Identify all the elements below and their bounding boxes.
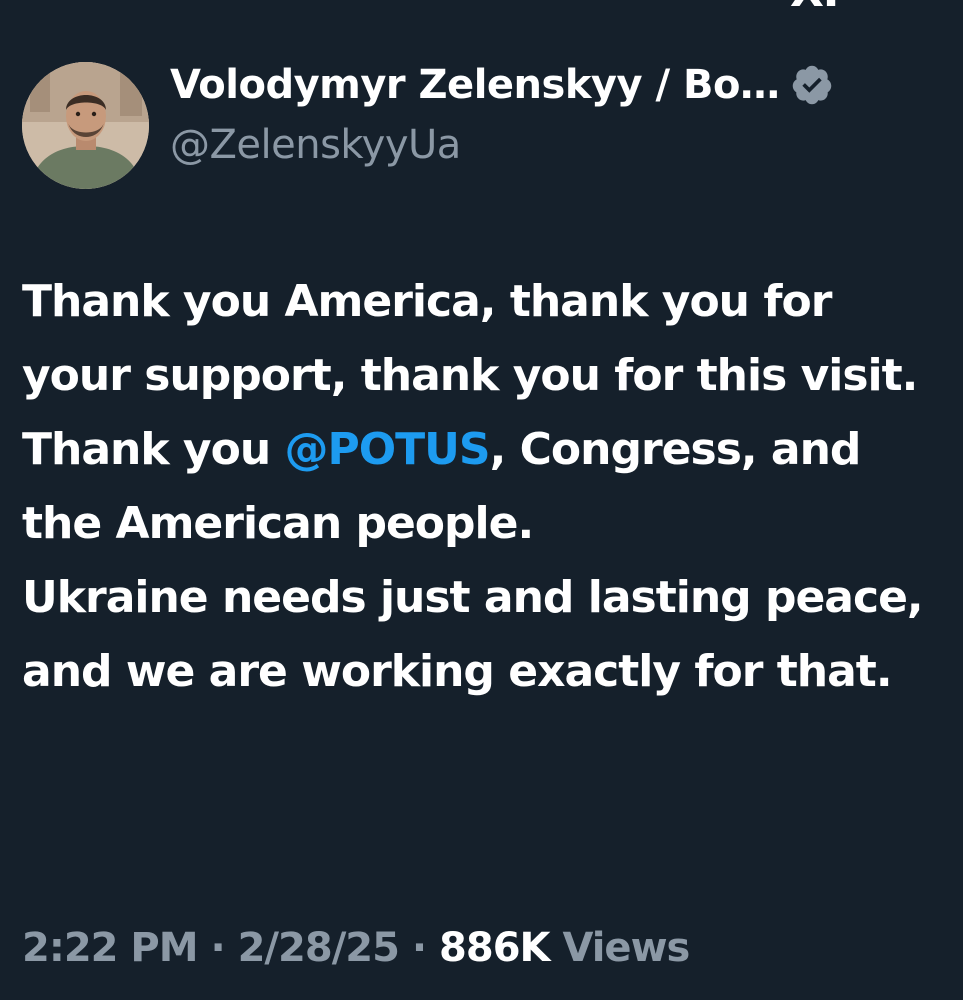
avatar[interactable]	[22, 62, 149, 189]
header-clipped-text: XP	[790, 0, 855, 17]
meta-separator: ·	[197, 925, 238, 971]
mention-link[interactable]: @POTUS	[285, 424, 491, 475]
views-count[interactable]: 886K	[439, 925, 550, 971]
tweet-text-part3: Ukraine needs just and lasting peace, an…	[22, 572, 924, 697]
meta-separator: ·	[398, 925, 440, 971]
author-handle[interactable]: @ZelenskyyUa	[170, 122, 461, 168]
tweet-date[interactable]: 2/28/25	[238, 925, 400, 971]
author-display-name[interactable]: Volodymyr Zelenskyy / Bo…	[170, 62, 780, 108]
profile-photo-icon	[22, 62, 149, 189]
views-label: Views	[562, 925, 690, 971]
tweet-meta: 2:22 PM · 2/28/25 · 886K Views	[22, 925, 690, 971]
tweet-time[interactable]: 2:22 PM	[22, 925, 199, 971]
verified-badge-icon[interactable]	[790, 63, 834, 107]
tweet-text: Thank you America, thank you for your su…	[22, 265, 952, 709]
author-name-row[interactable]: Volodymyr Zelenskyy / Bo…	[170, 62, 834, 108]
